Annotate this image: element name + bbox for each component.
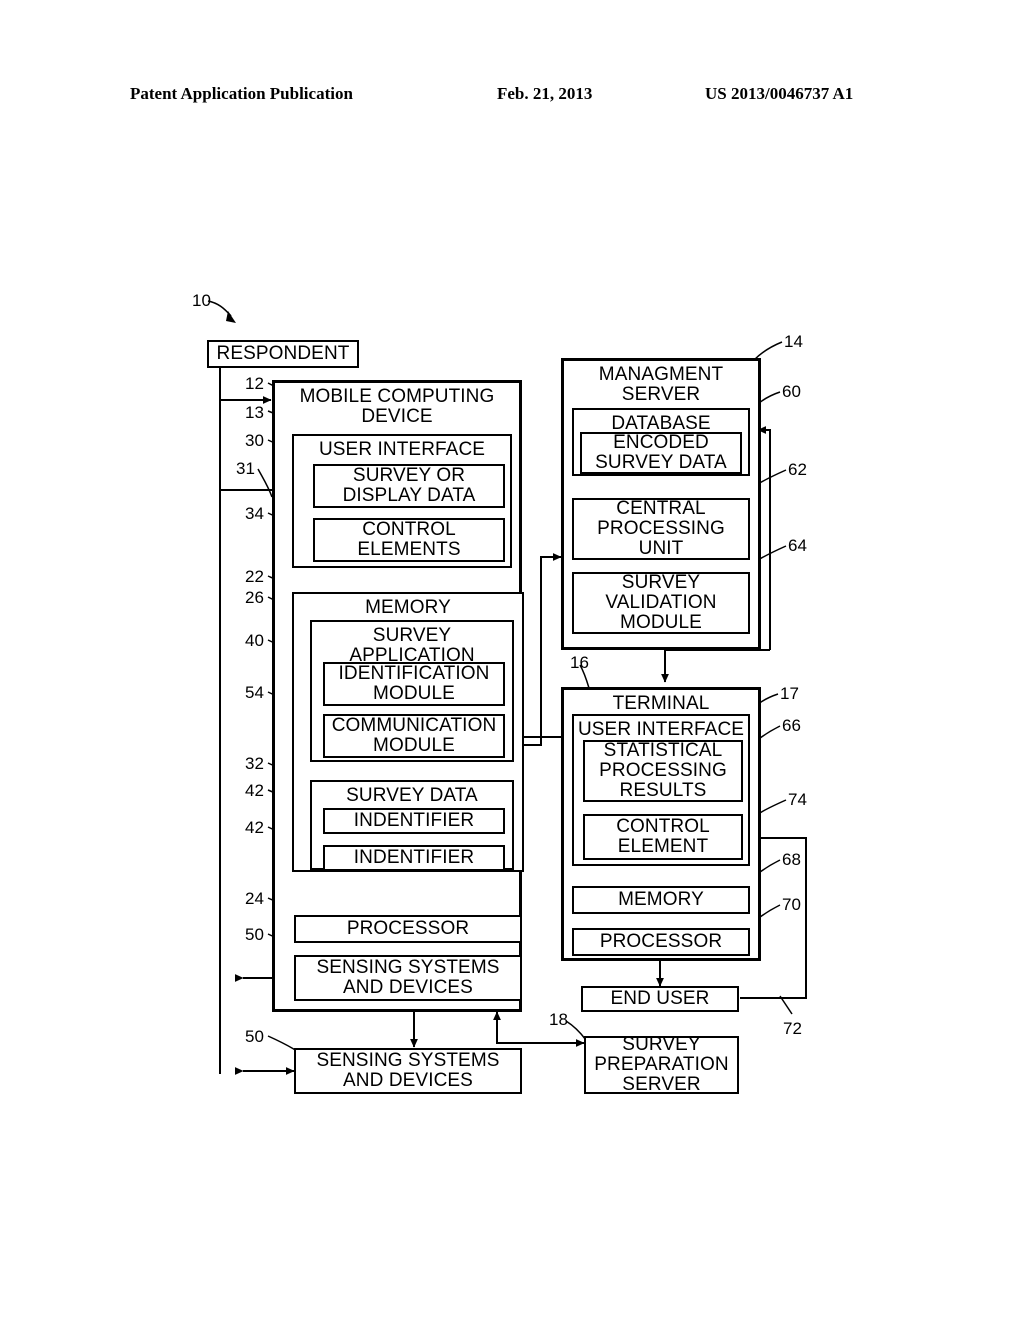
box-database-label: DATABASE: [611, 413, 711, 434]
patent-figure: RESPONDENT MOBILE COMPUTING DEVICE USER …: [0, 0, 1024, 1320]
ref-54: 54: [245, 683, 264, 702]
box-control-elements[interactable]: CONTROL ELEMENTS: [313, 518, 505, 562]
ref-30: 30: [245, 431, 264, 450]
ref-12: 12: [245, 374, 264, 393]
ref-31: 31: [236, 459, 255, 478]
ref-72: 72: [783, 1019, 802, 1038]
ref-40: 40: [245, 631, 264, 650]
box-identifier-1-label: INDENTIFIER: [353, 810, 475, 832]
ref-18: 18: [549, 1010, 568, 1029]
box-identification-module[interactable]: IDENTIFICATION MODULE: [323, 662, 505, 706]
box-statistical-processing-results[interactable]: STATISTICAL PROCESSING RESULTS: [583, 740, 743, 802]
ref-62: 62: [788, 460, 807, 479]
box-memory-label: MEMORY: [365, 597, 451, 618]
box-identifier-2-label: INDENTIFIER: [353, 847, 475, 869]
ref-26: 26: [245, 588, 264, 607]
box-survey-preparation-server-label: SURVEY PREPARATION SERVER: [594, 1034, 729, 1095]
box-survey-application-label: SURVEY APPLICATION: [349, 625, 475, 666]
box-respondent-label: RESPONDENT: [216, 343, 350, 365]
box-identifier-1[interactable]: INDENTIFIER: [323, 808, 505, 834]
box-sensing-systems-1[interactable]: SENSING SYSTEMS AND DEVICES: [294, 955, 522, 1001]
ref-10: 10: [192, 291, 211, 310]
box-end-user[interactable]: END USER: [581, 986, 739, 1012]
box-communication-module[interactable]: COMMUNICATION MODULE: [323, 714, 505, 758]
ref-74: 74: [788, 790, 807, 809]
box-control-element[interactable]: CONTROL ELEMENT: [583, 814, 743, 860]
box-terminal-label: TERMINAL: [612, 693, 710, 714]
ref-13: 13: [245, 403, 264, 422]
ref-16: 16: [570, 653, 589, 672]
ref-50b: 50: [245, 1027, 264, 1046]
ref-22: 22: [245, 567, 264, 586]
box-sensing-systems-1-label: SENSING SYSTEMS AND DEVICES: [316, 957, 500, 998]
ref-50a: 50: [245, 925, 264, 944]
box-terminal-user-interface-label: USER INTERFACE: [577, 719, 745, 740]
box-central-processing-unit-label: CENTRAL PROCESSING UNIT: [597, 498, 725, 559]
box-central-processing-unit[interactable]: CENTRAL PROCESSING UNIT: [572, 498, 750, 560]
box-survey-data-label: SURVEY DATA: [346, 785, 478, 806]
box-statistical-processing-results-label: STATISTICAL PROCESSING RESULTS: [599, 740, 727, 801]
box-management-server-label: MANAGMENT SERVER: [598, 364, 724, 405]
box-identification-module-label: IDENTIFICATION MODULE: [338, 663, 490, 704]
box-communication-module-label: COMMUNICATION MODULE: [331, 715, 497, 756]
ref-14: 14: [784, 332, 803, 351]
box-identifier-2[interactable]: INDENTIFIER: [323, 845, 505, 871]
box-encoded-survey-data[interactable]: ENCODED SURVEY DATA: [580, 432, 742, 474]
box-survey-or-display-data-label: SURVEY OR DISPLAY DATA: [342, 465, 476, 506]
box-sensing-systems-2[interactable]: SENSING SYSTEMS AND DEVICES: [294, 1048, 522, 1094]
box-terminal-memory-label: MEMORY: [618, 889, 704, 911]
box-encoded-survey-data-label: ENCODED SURVEY DATA: [595, 432, 727, 473]
ref-66: 66: [782, 716, 801, 735]
ref-24: 24: [245, 889, 264, 908]
box-survey-validation-module-label: SURVEY VALIDATION MODULE: [605, 572, 717, 633]
ref-64: 64: [788, 536, 807, 555]
box-mobile-computing-device-label: MOBILE COMPUTING DEVICE: [299, 386, 495, 427]
box-respondent[interactable]: RESPONDENT: [207, 340, 359, 368]
box-terminal-processor-label: PROCESSOR: [599, 931, 723, 953]
ref-34: 34: [245, 504, 264, 523]
box-survey-validation-module[interactable]: SURVEY VALIDATION MODULE: [572, 572, 750, 634]
box-processor[interactable]: PROCESSOR: [294, 915, 522, 943]
box-survey-or-display-data[interactable]: SURVEY OR DISPLAY DATA: [313, 464, 505, 508]
box-control-element-label: CONTROL ELEMENT: [616, 816, 710, 857]
box-terminal-memory[interactable]: MEMORY: [572, 886, 750, 914]
ref-42b: 42: [245, 818, 264, 837]
ref-42a: 42: [245, 781, 264, 800]
box-survey-preparation-server[interactable]: SURVEY PREPARATION SERVER: [584, 1034, 739, 1095]
ref-32: 32: [245, 754, 264, 773]
box-sensing-systems-2-label: SENSING SYSTEMS AND DEVICES: [316, 1050, 500, 1091]
box-user-interface-label: USER INTERFACE: [318, 439, 486, 460]
ref-68: 68: [782, 850, 801, 869]
box-processor-label: PROCESSOR: [346, 918, 470, 940]
ref-17: 17: [780, 684, 799, 703]
box-control-elements-label: CONTROL ELEMENTS: [357, 519, 461, 560]
ref-60: 60: [782, 382, 801, 401]
box-terminal-processor[interactable]: PROCESSOR: [572, 928, 750, 956]
ref-70: 70: [782, 895, 801, 914]
box-end-user-label: END USER: [610, 988, 710, 1010]
